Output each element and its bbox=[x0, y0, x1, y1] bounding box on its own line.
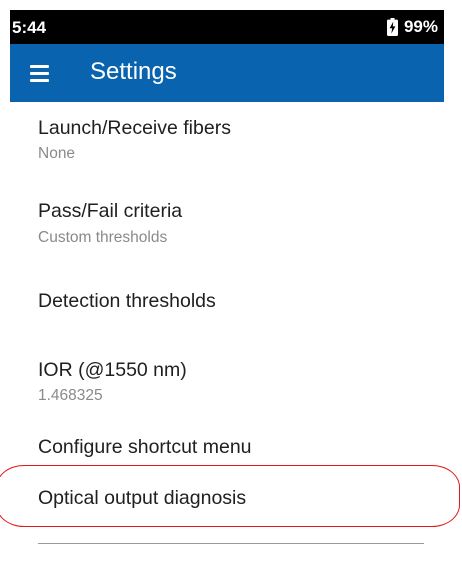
setting-title: Configure shortcut menu bbox=[38, 436, 252, 458]
app-bar: Settings bbox=[10, 44, 444, 102]
setting-summary: 1.468325 bbox=[38, 387, 103, 404]
setting-title: Detection thresholds bbox=[38, 290, 216, 312]
battery-percent: 99% bbox=[403, 17, 438, 36]
settings-list: Launch/Receive fibers None Pass/Fail cri… bbox=[10, 102, 444, 579]
setting-title: Launch/Receive fibers bbox=[38, 117, 231, 139]
setting-launch-receive-fibers[interactable]: Launch/Receive fibers None bbox=[10, 102, 430, 180]
setting-pass-fail-criteria[interactable]: Pass/Fail criteria Custom thresholds bbox=[10, 182, 430, 264]
setting-ior[interactable]: IOR (@1550 nm) 1.468325 bbox=[10, 336, 430, 422]
setting-title: IOR (@1550 nm) bbox=[38, 359, 187, 381]
status-time: 5:44 bbox=[12, 18, 47, 37]
setting-summary: None bbox=[38, 145, 76, 162]
setting-configure-shortcut-menu[interactable]: Configure shortcut menu bbox=[10, 422, 430, 478]
battery-indicator: 99% bbox=[386, 17, 438, 37]
hamburger-menu-icon[interactable] bbox=[30, 61, 56, 85]
setting-summary: Custom thresholds bbox=[38, 229, 168, 246]
battery-charging-icon bbox=[386, 18, 398, 36]
setting-title: Pass/Fail criteria bbox=[38, 200, 183, 222]
list-divider bbox=[38, 543, 424, 544]
device-screen: 5:44 99% Settings Launch/Receive fibers … bbox=[10, 10, 444, 579]
setting-optical-output-diagnosis[interactable]: Optical output diagnosis bbox=[10, 478, 430, 538]
setting-title: Optical output diagnosis bbox=[38, 487, 247, 509]
setting-detection-thresholds[interactable]: Detection thresholds bbox=[10, 266, 430, 336]
page-title: Settings bbox=[90, 58, 177, 85]
status-bar: 5:44 99% bbox=[10, 10, 444, 44]
